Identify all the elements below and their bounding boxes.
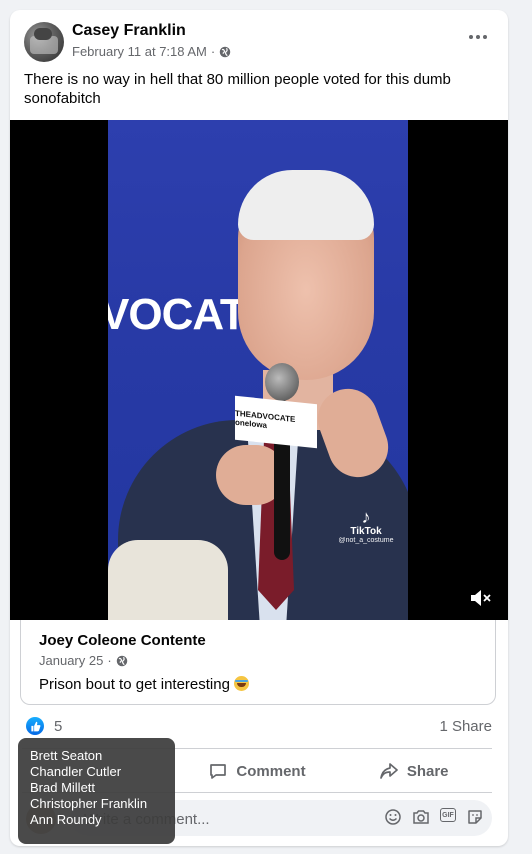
reaction-summary[interactable]: 5 (26, 716, 62, 736)
globe-icon (219, 46, 231, 57)
composer-icons: GIF (384, 808, 484, 826)
tooltip-name: Brad Millett (30, 780, 96, 795)
gif-icon[interactable]: GIF (440, 808, 456, 822)
tooltip-name: Chandler Cutler (30, 764, 122, 779)
reaction-count[interactable]: 5 (54, 718, 62, 735)
meta-separator: · (107, 653, 112, 668)
laughing-emoji-icon (233, 676, 249, 691)
tiktok-handle: @not_a_costume (338, 537, 394, 544)
comment-icon (210, 764, 227, 779)
post-timestamp[interactable]: February 11 at 7:18 AM (72, 44, 207, 59)
comment-button[interactable]: Comment (179, 750, 336, 792)
share-label: Share (406, 762, 449, 780)
camera-icon[interactable] (412, 808, 430, 826)
author-name[interactable]: Casey Franklin (72, 22, 186, 40)
post-header: Casey Franklin February 11 at 7:18 AM · (24, 22, 494, 66)
shared-timestamp[interactable]: January 25 (39, 653, 103, 668)
shared-text: Prison bout to get interesting (39, 676, 249, 693)
tiktok-watermark: ♪ TikTok @not_a_costume (330, 508, 402, 544)
shared-author[interactable]: Joey Coleone Contente (39, 632, 206, 649)
post-card: Casey Franklin February 11 at 7:18 AM · … (10, 10, 508, 846)
meta-separator: · (210, 44, 216, 59)
comment-label: Comment (236, 762, 306, 780)
reactions-tooltip: Brett Seaton Chandler Cutler Brad Millet… (18, 738, 175, 844)
video-player[interactable]: VOCATE THEADVOCATE oneIowa ♪ TikTok @not… (10, 120, 508, 620)
shared-meta: January 25 · (39, 653, 128, 668)
share-button[interactable]: Share (335, 750, 492, 792)
shared-text-body: Prison bout to get interesting (39, 676, 230, 693)
post-text: There is no way in hell that 80 million … (24, 71, 451, 107)
more-options-icon[interactable] (466, 30, 490, 44)
tooltip-name: Christopher Franklin (30, 796, 148, 811)
speaker-muted-icon[interactable] (469, 587, 493, 609)
tiktok-logo-icon: ♪ (361, 507, 371, 527)
sticker-icon[interactable] (466, 808, 484, 826)
video-frame: VOCATE THEADVOCATE oneIowa ♪ TikTok @not… (108, 120, 408, 620)
globe-icon (116, 655, 127, 666)
microphone (265, 363, 299, 401)
mic-flag: THEADVOCATE oneIowa (235, 395, 317, 449)
tiktok-name: TikTok (350, 526, 382, 537)
shared-post[interactable]: Joey Coleone Contente January 25 · Priso… (20, 620, 496, 705)
like-reaction-icon[interactable] (26, 717, 44, 735)
share-count[interactable]: 1 Share (439, 718, 492, 735)
post-meta: February 11 at 7:18 AM · (72, 44, 231, 59)
tooltip-name: Brett Seaton (30, 748, 103, 763)
share-icon (379, 763, 398, 779)
tooltip-name: Ann Roundy (30, 812, 102, 827)
author-avatar[interactable] (24, 22, 64, 62)
emoji-icon[interactable] (384, 808, 402, 826)
